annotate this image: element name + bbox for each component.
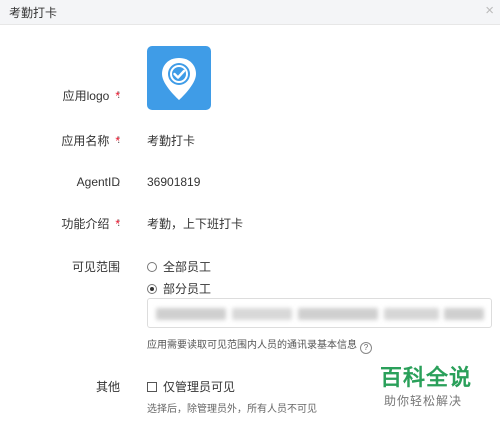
visible-range-hint: 应用需要读取可见范围内人员的通讯录基本信息? [147, 336, 372, 354]
app-logo[interactable] [147, 46, 211, 110]
app-name-label: 应用名称 * [61, 134, 120, 148]
radio-some-staff-label: 部分员工 [163, 282, 212, 296]
app-name-value: 考勤打卡 [147, 134, 196, 148]
checkbox-box[interactable] [147, 381, 157, 392]
watermark-subtitle: 助你轻松解决 [384, 394, 463, 408]
radio-some-staff[interactable]: 部分员工 [147, 280, 211, 297]
admin-only-checkbox[interactable]: 仅管理员可见 [147, 378, 235, 395]
agentid-label: AgentID [76, 175, 120, 189]
intro-value: 考勤，上下班打卡 [147, 217, 244, 231]
member-selector[interactable] [147, 298, 492, 328]
intro-colon: : [117, 215, 121, 229]
app-name-colon: : [117, 132, 121, 146]
radio-circle-selected[interactable] [147, 283, 157, 294]
dialog-title: 考勤打卡 [9, 6, 58, 20]
help-icon[interactable]: ? [360, 342, 372, 354]
location-check-icon [162, 58, 196, 100]
other-colon: : [117, 378, 121, 392]
radio-circle[interactable] [147, 261, 157, 272]
radio-all-staff[interactable]: 全部员工 [147, 258, 211, 275]
close-icon[interactable]: × [485, 2, 494, 20]
agentid-value: 36901819 [147, 175, 201, 189]
radio-all-staff-label: 全部员工 [163, 260, 212, 274]
visible-range-colon: : [117, 258, 121, 272]
dialog-header: 考勤打卡 × [0, 0, 500, 25]
logo-label: 应用logo * [62, 89, 120, 103]
visible-range-label: 可见范围 [71, 260, 120, 274]
watermark-title: 百科全说 [380, 365, 473, 390]
logo-colon: : [117, 87, 121, 101]
agentid-colon: : [117, 175, 121, 189]
admin-only-hint: 选择后，除管理员外，所有人员不可见 [147, 404, 317, 415]
admin-only-label: 仅管理员可见 [163, 380, 236, 394]
intro-label: 功能介绍 * [61, 217, 120, 231]
